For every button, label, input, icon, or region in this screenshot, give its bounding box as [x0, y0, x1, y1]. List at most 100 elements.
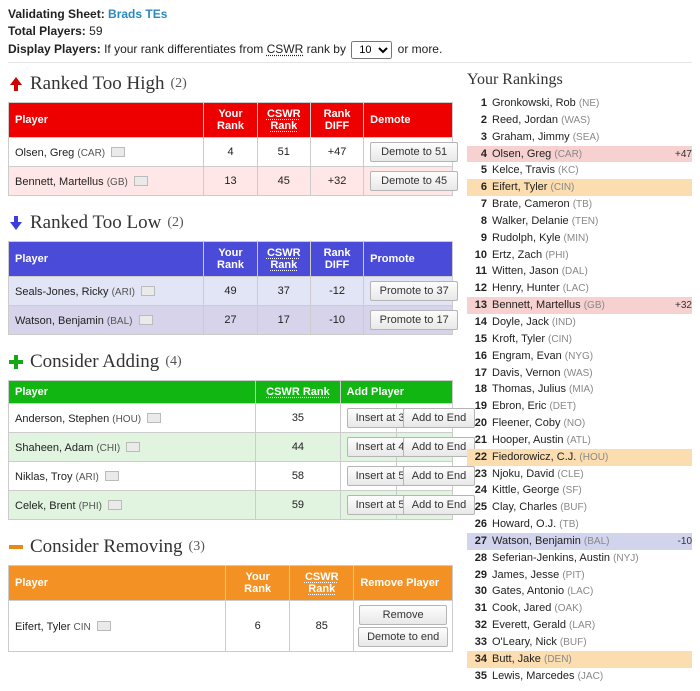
rank-player: Seferian-Jenkins, Austin (NYJ): [492, 551, 662, 566]
ranking-item[interactable]: 16 Engram, Evan (NYG): [467, 348, 692, 365]
rank-number: 29: [467, 568, 487, 583]
append-button[interactable]: Add to End: [403, 466, 475, 486]
table-row: Anderson, Stephen (HOU) 35 Insert at 35 …: [9, 404, 453, 433]
ranking-item[interactable]: 26 Howard, O.J. (TB): [467, 516, 692, 533]
rank-player: Kroft, Tyler (CIN): [492, 332, 662, 347]
rank-number: 26: [467, 517, 487, 532]
ranking-item[interactable]: 5 Kelce, Travis (KC): [467, 162, 692, 179]
rank-player: Walker, Delanie (TEN): [492, 214, 662, 229]
rank-number: 23: [467, 467, 487, 482]
rank-number: 2: [467, 113, 487, 128]
ranking-item[interactable]: 35 Lewis, Marcedes (JAC): [467, 668, 692, 685]
col-cswr-rank: CSWR Rank: [256, 381, 340, 404]
ranking-item[interactable]: 15 Kroft, Tyler (CIN): [467, 331, 692, 348]
card-icon[interactable]: [111, 147, 125, 157]
append-button[interactable]: Add to End: [403, 495, 475, 515]
ranking-item[interactable]: 31 Cook, Jared (OAK): [467, 600, 692, 617]
ranking-item[interactable]: 28 Seferian-Jenkins, Austin (NYJ): [467, 550, 692, 567]
ranking-item[interactable]: 34 Butt, Jake (DEN): [467, 651, 692, 668]
rank-diff: +47: [662, 148, 692, 162]
rank-player: Kelce, Travis (KC): [492, 163, 662, 178]
ranking-item[interactable]: 6 Eifert, Tyler (CIN): [467, 179, 692, 196]
ranking-item[interactable]: 21 Hooper, Austin (ATL): [467, 432, 692, 449]
ranking-item[interactable]: 9 Rudolph, Kyle (MIN): [467, 230, 692, 247]
ranking-item[interactable]: 8 Walker, Delanie (TEN): [467, 213, 692, 230]
rank-number: 27: [467, 534, 487, 549]
rank-player: Witten, Jason (DAL): [492, 264, 662, 279]
card-icon[interactable]: [147, 413, 161, 423]
ranking-item[interactable]: 33 O'Leary, Nick (BUF): [467, 634, 692, 651]
ranking-item[interactable]: 22 Fiedorowicz, C.J. (HOU): [467, 449, 692, 466]
ranking-item[interactable]: 14 Doyle, Jack (IND): [467, 314, 692, 331]
remove-button[interactable]: Remove: [359, 605, 447, 625]
ranking-item[interactable]: 18 Thomas, Julius (MIA): [467, 381, 692, 398]
ranking-item[interactable]: 1 Gronkowski, Rob (NE): [467, 95, 692, 112]
rank-number: 4: [467, 147, 487, 162]
card-icon[interactable]: [97, 621, 111, 631]
ranking-item[interactable]: 12 Henry, Hunter (LAC): [467, 280, 692, 297]
ranking-item[interactable]: 10 Ertz, Zach (PHI): [467, 247, 692, 264]
col-cswr-rank: CSWR Rank: [257, 103, 310, 138]
ranking-item[interactable]: 2 Reed, Jordan (WAS): [467, 112, 692, 129]
ranking-item[interactable]: 4 Olsen, Greg (CAR) +47: [467, 146, 692, 163]
rank-player: James, Jesse (PIT): [492, 568, 662, 583]
ranking-item[interactable]: 3 Graham, Jimmy (SEA): [467, 129, 692, 146]
display-line: Display Players: If your rank differenti…: [8, 41, 692, 59]
rank-number: 12: [467, 281, 487, 296]
col-player: Player: [9, 381, 256, 404]
append-button[interactable]: Add to End: [403, 408, 475, 428]
card-icon[interactable]: [134, 176, 148, 186]
rank-player: Olsen, Greg (CAR): [492, 147, 662, 162]
col-promote: Promote: [364, 242, 453, 277]
ranking-item[interactable]: 17 Davis, Vernon (WAS): [467, 365, 692, 382]
demote-end-button[interactable]: Demote to end: [358, 627, 448, 647]
table-low: Player Your Rank CSWR Rank Rank DIFF Pro…: [8, 241, 453, 335]
rank-player: Rudolph, Kyle (MIN): [492, 231, 662, 246]
rank-number: 11: [467, 264, 487, 279]
rank-player: Clay, Charles (BUF): [492, 500, 662, 515]
ranking-item[interactable]: 7 Brate, Cameron (TB): [467, 196, 692, 213]
demote-button[interactable]: Demote to 45: [370, 171, 458, 191]
rank-player: Gronkowski, Rob (NE): [492, 96, 662, 111]
card-icon[interactable]: [108, 500, 122, 510]
card-icon[interactable]: [139, 315, 153, 325]
section-add-title: Consider Adding (4): [8, 351, 453, 373]
ranking-item[interactable]: 29 James, Jesse (PIT): [467, 567, 692, 584]
ranking-item[interactable]: 11 Witten, Jason (DAL): [467, 263, 692, 280]
rank-number: 28: [467, 551, 487, 566]
rank-player: Fleener, Coby (NO): [492, 416, 662, 431]
demote-button[interactable]: Demote to 51: [370, 142, 458, 162]
ranking-item[interactable]: 20 Fleener, Coby (NO): [467, 415, 692, 432]
ranking-item[interactable]: 13 Bennett, Martellus (GB) +32: [467, 297, 692, 314]
ranking-item[interactable]: 19 Ebron, Eric (DET): [467, 398, 692, 415]
promote-button[interactable]: Promote to 17: [370, 310, 458, 330]
cswr-abbr: CSWR: [267, 42, 304, 56]
col-add: Add Player: [340, 381, 452, 404]
ranking-item[interactable]: 23 Njoku, David (CLE): [467, 466, 692, 483]
col-your-rank: Your Rank: [204, 103, 257, 138]
ranking-item[interactable]: 32 Everett, Gerald (LAR): [467, 617, 692, 634]
rank-number: 14: [467, 315, 487, 330]
total-value: 59: [89, 24, 102, 38]
cswr-rank: 17: [257, 306, 310, 335]
card-icon[interactable]: [141, 286, 155, 296]
ranking-item[interactable]: 24 Kittle, George (SF): [467, 482, 692, 499]
your-rank: 49: [204, 277, 257, 306]
ranking-item[interactable]: 27 Watson, Benjamin (BAL) -10: [467, 533, 692, 550]
ranking-item[interactable]: 25 Clay, Charles (BUF): [467, 499, 692, 516]
rank-number: 18: [467, 382, 487, 397]
col-player: Player: [9, 242, 204, 277]
table-row: Eifert, Tyler CIN 6 85 Remove Demote to …: [9, 601, 453, 652]
ranking-item[interactable]: 30 Gates, Antonio (LAC): [467, 583, 692, 600]
cswr-rank: 44: [256, 433, 340, 462]
promote-button[interactable]: Promote to 37: [370, 281, 458, 301]
table-row: Watson, Benjamin (BAL) 27 17 -10 Promote…: [9, 306, 453, 335]
rank-number: 24: [467, 483, 487, 498]
card-icon[interactable]: [126, 442, 140, 452]
append-button[interactable]: Add to End: [403, 437, 475, 457]
rank-diff-select[interactable]: 10: [351, 41, 392, 59]
card-icon[interactable]: [105, 471, 119, 481]
validating-label: Validating Sheet:: [8, 7, 105, 21]
table-add: Player CSWR Rank Add Player Anderson, St…: [8, 380, 453, 520]
display-label: Display Players:: [8, 42, 101, 56]
